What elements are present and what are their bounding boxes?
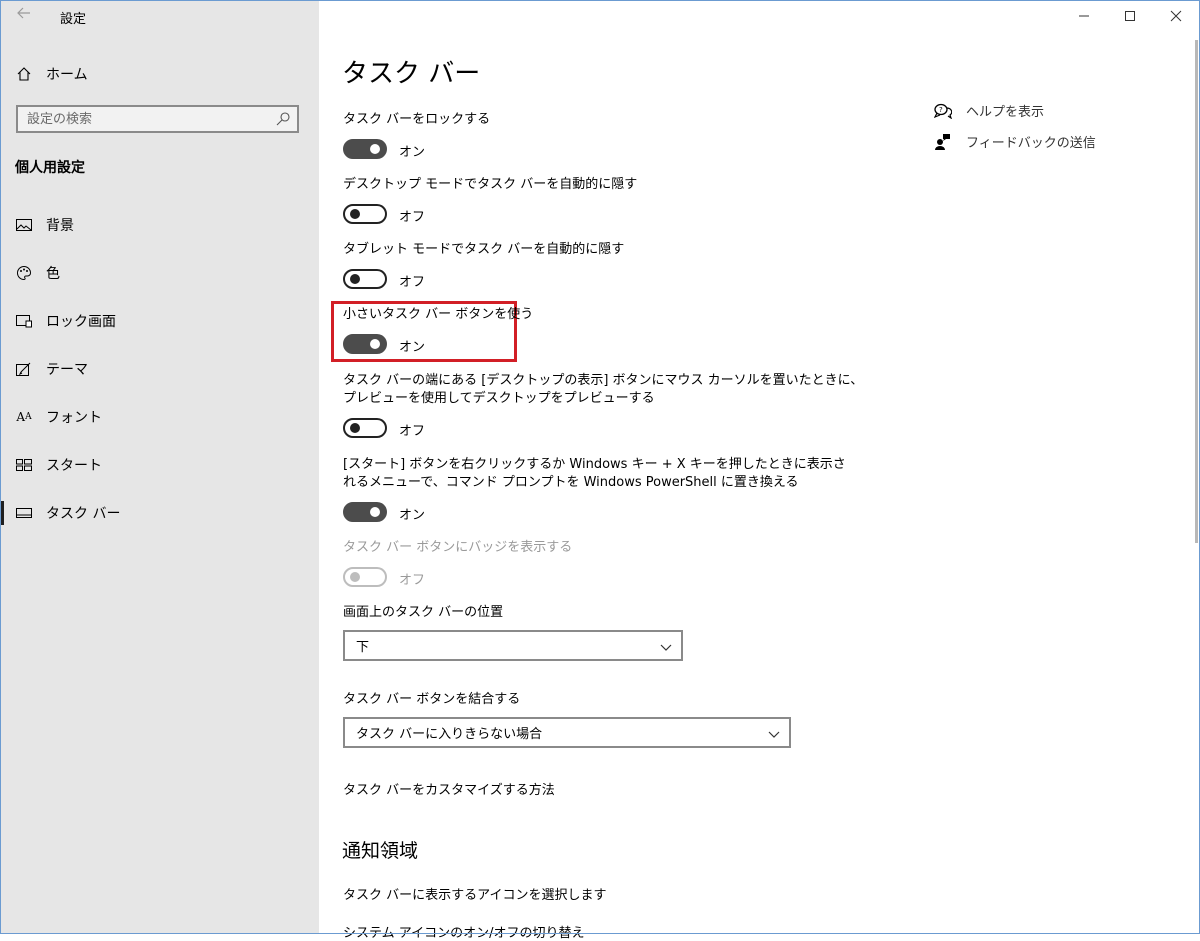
lock-taskbar-toggle[interactable] <box>343 139 387 159</box>
sidebar-item-start[interactable]: スタート <box>0 445 319 485</box>
theme-icon <box>15 360 33 378</box>
toggle-knob <box>350 274 360 284</box>
sidebar-item-taskbar[interactable]: タスク バー <box>0 493 319 533</box>
section-title: 個人用設定 <box>15 160 85 176</box>
taskbar-icon <box>15 504 33 522</box>
combine-dropdown[interactable]: タスク バーに入りきらない場合 <box>343 717 791 748</box>
notification-heading: 通知領域 <box>342 840 419 862</box>
toggle-state: オン <box>399 145 426 160</box>
feedback-icon <box>934 133 952 151</box>
back-arrow-icon[interactable] <box>12 4 36 28</box>
sidebar-item-label: ロック画面 <box>46 314 116 330</box>
setting-label: タブレット モードでタスク バーを自動的に隠す <box>343 242 625 257</box>
setting-label: タスク バーの端にある [デスクトップの表示] ボタンにマウス カーソルを置いた… <box>343 373 864 388</box>
minimize-icon <box>1078 7 1090 26</box>
search-input[interactable] <box>18 107 267 131</box>
close-icon <box>1170 7 1182 26</box>
sidebar-item-label: テーマ <box>46 362 88 378</box>
sidebar: 設定 ホーム 個人用設定 背景 色 ロック画面 テーマ <box>0 0 319 934</box>
customize-link[interactable]: タスク バーをカスタマイズする方法 <box>343 779 555 798</box>
app-title: 設定 <box>60 12 87 27</box>
palette-icon <box>15 264 33 282</box>
toggle-knob <box>370 507 380 517</box>
system-icons-link[interactable]: システム アイコンのオン/オフの切り替え <box>343 922 584 941</box>
autohide-tablet-toggle[interactable] <box>343 269 387 289</box>
setting-label: プレビューを使用してデスクトップをプレビューする <box>343 391 655 406</box>
sidebar-item-font[interactable]: AA フォント <box>0 397 319 437</box>
setting-label: [スタート] ボタンを右クリックするか Windows キー + X キーを押し… <box>343 457 846 472</box>
search-box[interactable] <box>16 105 299 133</box>
sidebar-item-lock-screen[interactable]: ロック画面 <box>0 301 319 341</box>
home-icon <box>15 65 33 83</box>
setting-label: 小さいタスク バー ボタンを使う <box>343 307 534 322</box>
peek-toggle[interactable] <box>343 418 387 438</box>
toggle-knob <box>370 144 380 154</box>
feedback-link[interactable]: フィードバックの送信 <box>934 132 1096 151</box>
maximize-button[interactable] <box>1107 0 1153 32</box>
close-button[interactable] <box>1153 0 1199 32</box>
sidebar-item-label: タスク バー <box>46 506 121 522</box>
position-dropdown[interactable]: 下 <box>343 630 683 661</box>
setting-label: タスク バーをロックする <box>343 112 491 127</box>
powershell-toggle[interactable] <box>343 502 387 522</box>
chevron-down-icon <box>659 639 673 653</box>
setting-label: タスク バー ボタンを結合する <box>343 692 521 707</box>
toggle-state: オン <box>399 508 426 523</box>
sidebar-item-label: フォント <box>46 410 102 426</box>
maximize-icon <box>1124 7 1136 26</box>
start-icon <box>15 456 33 474</box>
toggle-knob <box>370 339 380 349</box>
toggle-state: オフ <box>399 424 426 439</box>
sidebar-item-theme[interactable]: テーマ <box>0 349 319 389</box>
setting-label: タスク バー ボタンにバッジを表示する <box>343 540 573 555</box>
dropdown-value: タスク バーに入りきらない場合 <box>356 727 543 742</box>
setting-label: デスクトップ モードでタスク バーを自動的に隠す <box>343 177 638 192</box>
sidebar-item-label: 色 <box>46 266 60 282</box>
toggle-state: オフ <box>399 573 426 588</box>
chevron-down-icon <box>767 726 781 740</box>
setting-label: 画面上のタスク バーの位置 <box>343 605 504 620</box>
badges-toggle <box>343 567 387 587</box>
show-help-link[interactable]: ? ヘルプを表示 <box>934 101 1044 120</box>
main-content: タスク バー タスク バーをロックする オン デスクトップ モードでタスク バー… <box>319 0 1200 941</box>
autohide-desktop-toggle[interactable] <box>343 204 387 224</box>
search-icon[interactable] <box>275 111 291 127</box>
toggle-state: オフ <box>399 210 426 225</box>
sidebar-item-label: 背景 <box>46 218 74 234</box>
toggle-state: オン <box>399 340 426 355</box>
dropdown-value: 下 <box>356 640 370 655</box>
sidebar-item-label: スタート <box>46 458 102 474</box>
picture-icon <box>15 216 33 234</box>
toggle-state: オフ <box>399 275 426 290</box>
lock-screen-icon <box>15 312 33 330</box>
scrollbar[interactable] <box>1195 40 1198 543</box>
setting-label: れるメニューで、コマンド プロンプトを Windows PowerShell に… <box>343 475 799 490</box>
feedback-label: フィードバックの送信 <box>966 136 1096 151</box>
sidebar-item-color[interactable]: 色 <box>0 253 319 293</box>
toggle-knob <box>350 572 360 582</box>
page-title: タスク バー <box>342 59 481 89</box>
minimize-button[interactable] <box>1061 0 1107 32</box>
select-icons-link[interactable]: タスク バーに表示するアイコンを選択します <box>343 884 606 903</box>
font-icon: AA <box>16 410 32 424</box>
help-chat-icon: ? <box>934 102 952 120</box>
sidebar-item-label: ホーム <box>46 67 88 83</box>
svg-text:?: ? <box>939 106 943 114</box>
toggle-knob <box>350 209 360 219</box>
sidebar-item-background[interactable]: 背景 <box>0 205 319 245</box>
sidebar-item-home[interactable]: ホーム <box>0 54 319 94</box>
toggle-knob <box>350 423 360 433</box>
small-buttons-toggle[interactable] <box>343 334 387 354</box>
help-label: ヘルプを表示 <box>966 105 1045 120</box>
